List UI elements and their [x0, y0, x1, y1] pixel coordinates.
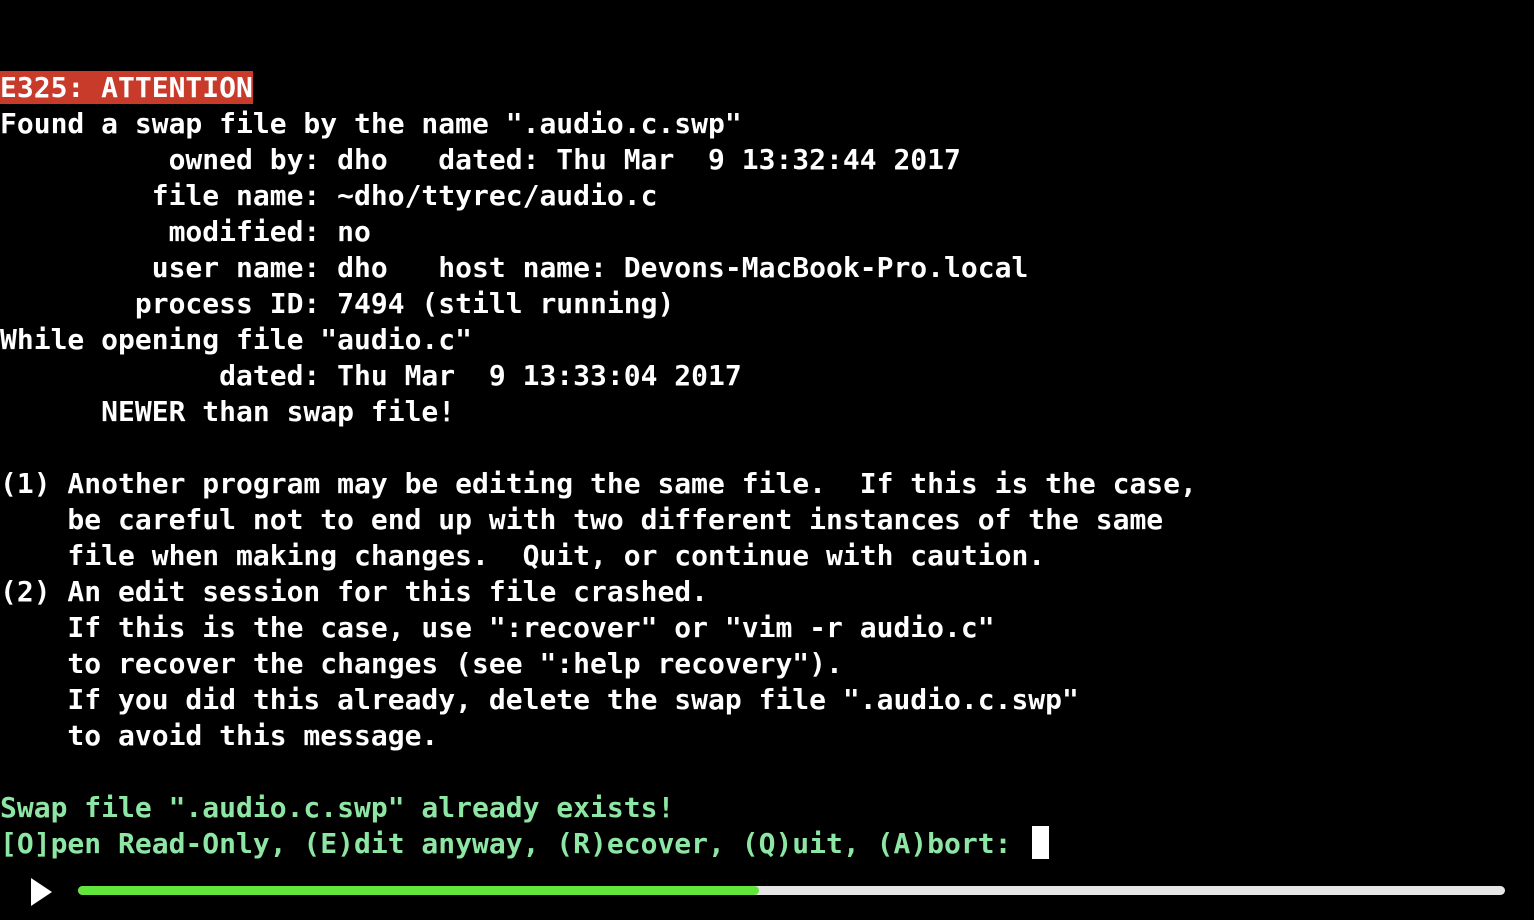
message-text: process ID: 7494 (still running) [0, 287, 675, 320]
prompt-text: Swap file ".audio.c.swp" already exists! [0, 791, 675, 824]
terminal-line: NEWER than swap file! [0, 394, 1534, 430]
message-text: modified: no [0, 215, 371, 248]
prompt-text: [O]pen Read-Only, (E)dit anyway, (R)ecov… [0, 827, 1029, 860]
error-banner: E325: ATTENTION [0, 71, 253, 104]
message-text: If you did this already, delete the swap… [0, 683, 1079, 716]
message-text: to recover the changes (see ":help recov… [0, 647, 843, 680]
terminal-line: process ID: 7494 (still running) [0, 286, 1534, 322]
message-text: If this is the case, use ":recover" or "… [0, 611, 995, 644]
terminal-line: (1) Another program may be editing the s… [0, 466, 1534, 502]
terminal-player: E325: ATTENTION Found a swap file by the … [0, 0, 1534, 920]
terminal-line: to avoid this message. [0, 718, 1534, 754]
message-text: (2) An edit session for this file crashe… [0, 575, 709, 608]
message-text: user name: dho host name: Devons-MacBook… [0, 251, 1029, 284]
terminal-output[interactable]: E325: ATTENTION Found a swap file by the … [0, 70, 1534, 862]
terminal-line: user name: dho host name: Devons-MacBook… [0, 250, 1534, 286]
terminal-line: be careful not to end up with two differ… [0, 502, 1534, 538]
message-text: be careful not to end up with two differ… [0, 503, 1164, 536]
terminal-line: dated: Thu Mar 9 13:33:04 2017 [0, 358, 1534, 394]
terminal-line: While opening file "audio.c" [0, 322, 1534, 358]
terminal-line: Swap file ".audio.c.swp" already exists! [0, 790, 1534, 826]
progress-fill [78, 886, 759, 895]
terminal-line: to recover the changes (see ":help recov… [0, 646, 1534, 682]
terminal-line: owned by: dho dated: Thu Mar 9 13:32:44 … [0, 142, 1534, 178]
terminal-line: [O]pen Read-Only, (E)dit anyway, (R)ecov… [0, 826, 1534, 862]
terminal-line: E325: ATTENTION [0, 70, 1534, 106]
play-icon [31, 878, 52, 906]
terminal-line: If this is the case, use ":recover" or "… [0, 610, 1534, 646]
play-button[interactable] [22, 874, 58, 910]
terminal-line: If you did this already, delete the swap… [0, 682, 1534, 718]
message-text: (1) Another program may be editing the s… [0, 467, 1197, 500]
playback-controls [0, 864, 1534, 920]
message-text: dated: Thu Mar 9 13:33:04 2017 [0, 359, 742, 392]
text-cursor [1032, 826, 1050, 859]
terminal-line: file when making changes. Quit, or conti… [0, 538, 1534, 574]
message-text: While opening file "audio.c" [0, 323, 473, 356]
terminal-line: (2) An edit session for this file crashe… [0, 574, 1534, 610]
progress-bar[interactable] [78, 886, 1505, 895]
message-text: owned by: dho dated: Thu Mar 9 13:32:44 … [0, 143, 961, 176]
message-text: to avoid this message. [0, 719, 439, 752]
message-text: file name: ~dho/ttyrec/audio.c [0, 179, 658, 212]
terminal-line: file name: ~dho/ttyrec/audio.c [0, 178, 1534, 214]
terminal-line: Found a swap file by the name ".audio.c.… [0, 106, 1534, 142]
message-text: file when making changes. Quit, or conti… [0, 539, 1046, 572]
message-text: Found a swap file by the name ".audio.c.… [0, 107, 742, 140]
terminal-line: modified: no [0, 214, 1534, 250]
message-text: NEWER than swap file! [0, 395, 456, 428]
